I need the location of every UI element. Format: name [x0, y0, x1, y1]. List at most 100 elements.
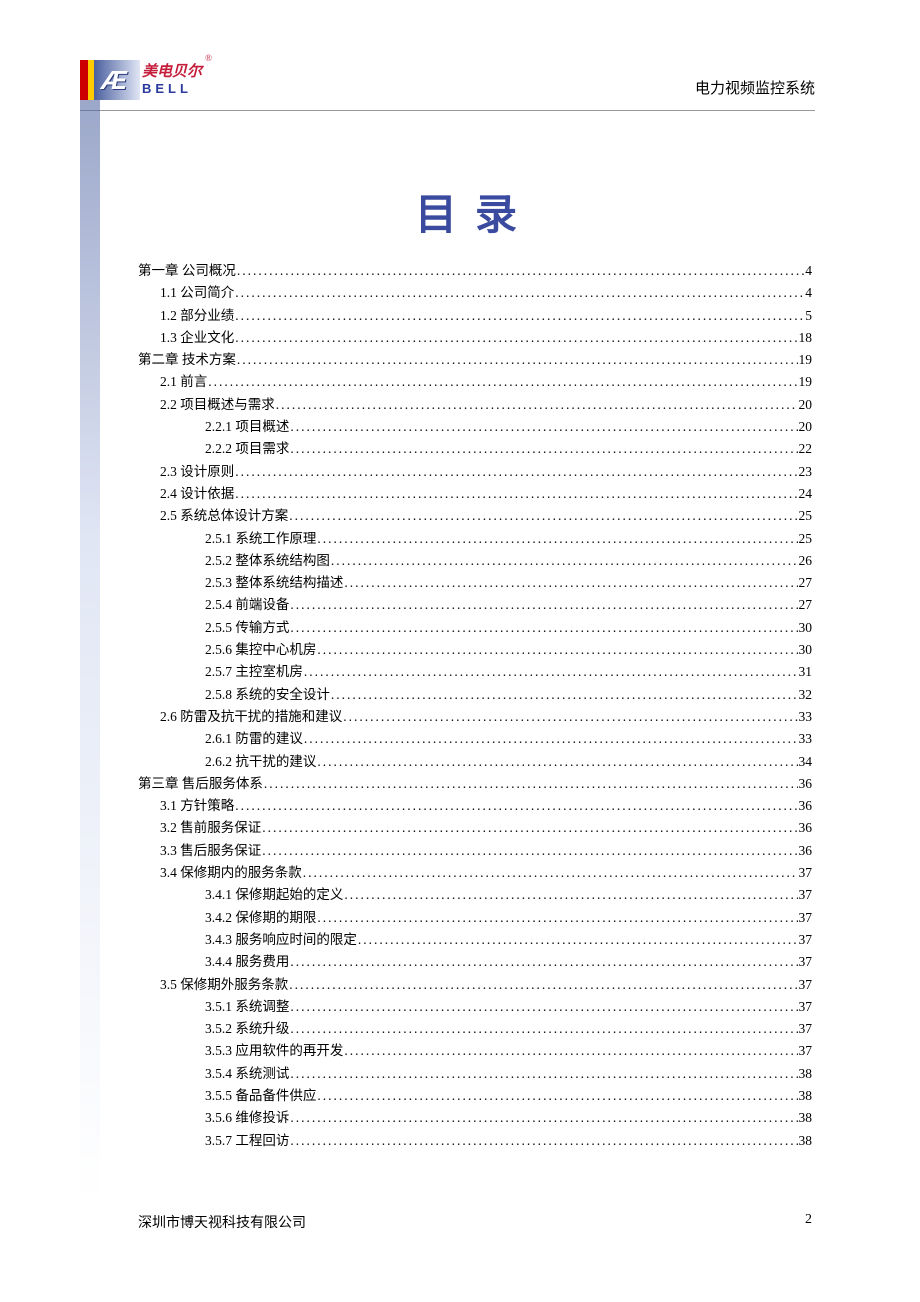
toc-label: 2.5.2 整体系统结构图 [205, 554, 330, 568]
toc-leader-dots: ........................................… [317, 755, 797, 769]
page-footer: 深圳市博天视科技有限公司 2 [138, 1212, 812, 1232]
toc-label: 3.5.2 系统升级 [205, 1022, 289, 1036]
toc-page: 19 [799, 353, 813, 367]
toc-page: 37 [799, 1022, 813, 1036]
toc-entry: 3.4.3 服务响应时间的限定.........................… [138, 933, 812, 947]
toc-leader-dots: ........................................… [290, 621, 797, 635]
toc-entry: 3.5.5 备品备件供应............................… [138, 1089, 812, 1103]
toc-page: 25 [799, 532, 813, 546]
trademark-icon: ® [205, 53, 212, 63]
logo-ae-text: Æ [101, 65, 127, 96]
logo-mark: Æ [80, 55, 140, 100]
toc-leader-dots: ........................................… [290, 955, 797, 969]
toc-label: 3.5.1 系统调整 [205, 1000, 289, 1014]
toc-entry: 2.2 项目概述与需求.............................… [138, 398, 812, 412]
toc-page: 37 [799, 978, 813, 992]
toc-leader-dots: ........................................… [237, 264, 804, 278]
toc-entry: 3.4.1 保修期起始的定义..........................… [138, 888, 812, 902]
toc-page: 37 [799, 1044, 813, 1058]
toc-page: 33 [799, 710, 813, 724]
toc-leader-dots: ........................................… [235, 465, 797, 479]
toc-leader-dots: ........................................… [208, 375, 797, 389]
toc-page: 4 [805, 264, 812, 278]
toc-label: 1.2 部分业绩 [160, 309, 234, 323]
toc-leader-dots: ........................................… [290, 1022, 797, 1036]
logo: Æ 美电贝尔 BELL ® [80, 55, 202, 100]
toc-leader-dots: ........................................… [289, 978, 797, 992]
toc-entry: 2.5.8 系统的安全设计...........................… [138, 688, 812, 702]
toc-label: 1.1 公司简介 [160, 286, 234, 300]
toc-entry: 2.5.4 前端设备..............................… [138, 598, 812, 612]
logo-red-stripe [80, 60, 88, 100]
logo-en: BELL [142, 81, 202, 96]
toc-entry: 3.5.4 系统测试..............................… [138, 1067, 812, 1081]
toc-entry: 3.5.6 维修投诉..............................… [138, 1111, 812, 1125]
toc-leader-dots: ........................................… [262, 844, 797, 858]
toc-label: 3.5.7 工程回访 [205, 1134, 289, 1148]
toc-page: 5 [805, 309, 812, 323]
toc-page: 4 [805, 286, 812, 300]
toc-label: 2.6.2 抗干扰的建议 [205, 755, 316, 769]
toc-label: 2.5.4 前端设备 [205, 598, 289, 612]
toc-entry: 2.5.5 传输方式..............................… [138, 621, 812, 635]
table-of-contents: 第一章 公司概况................................… [138, 264, 812, 1147]
toc-page: 38 [799, 1111, 813, 1125]
toc-leader-dots: ........................................… [235, 487, 797, 501]
toc-leader-dots: ........................................… [235, 286, 804, 300]
toc-leader-dots: ........................................… [289, 509, 797, 523]
footer-company: 深圳市博天视科技有限公司 [138, 1212, 306, 1232]
toc-page: 31 [799, 665, 813, 679]
toc-page: 20 [799, 398, 813, 412]
toc-leader-dots: ........................................… [304, 732, 798, 746]
toc-label: 2.2.2 项目需求 [205, 442, 289, 456]
toc-page: 38 [799, 1134, 813, 1148]
toc-leader-dots: ........................................… [358, 933, 798, 947]
toc-entry: 2.5.2 整体系统结构图...........................… [138, 554, 812, 568]
toc-entry: 2.5.7 主控室机房.............................… [138, 665, 812, 679]
toc-leader-dots: ........................................… [276, 398, 798, 412]
toc-label: 第三章 售后服务体系 [138, 777, 263, 791]
toc-entry: 3.5.3 应用软件的再开发..........................… [138, 1044, 812, 1058]
toc-leader-dots: ........................................… [290, 1134, 797, 1148]
toc-label: 2.5.3 整体系统结构描述 [205, 576, 343, 590]
footer-page-number: 2 [805, 1212, 812, 1232]
toc-leader-dots: ........................................… [235, 799, 797, 813]
toc-leader-dots: ........................................… [317, 532, 797, 546]
toc-page: 36 [799, 821, 813, 835]
toc-page: 27 [799, 576, 813, 590]
toc-entry: 2.5.1 系统工作原理............................… [138, 532, 812, 546]
toc-leader-dots: ........................................… [235, 331, 797, 345]
toc-page: 30 [799, 643, 813, 657]
toc-page: 19 [799, 375, 813, 389]
toc-label: 3.5.6 维修投诉 [205, 1111, 289, 1125]
toc-leader-dots: ........................................… [237, 353, 798, 367]
toc-leader-dots: ........................................… [317, 1089, 797, 1103]
toc-leader-dots: ........................................… [304, 665, 798, 679]
toc-entry: 3.2 售前服务保证..............................… [138, 821, 812, 835]
toc-label: 2.1 前言 [160, 375, 207, 389]
toc-entry: 3.5.1 系统调整..............................… [138, 1000, 812, 1014]
toc-entry: 第二章 技术方案................................… [138, 353, 812, 367]
toc-label: 2.6.1 防雷的建议 [205, 732, 303, 746]
toc-label: 3.5.3 应用软件的再开发 [205, 1044, 343, 1058]
toc-label: 2.3 设计原则 [160, 465, 234, 479]
toc-label: 3.2 售前服务保证 [160, 821, 261, 835]
toc-entry: 2.6.2 抗干扰的建议............................… [138, 755, 812, 769]
toc-page: 33 [799, 732, 813, 746]
toc-page: 23 [799, 465, 813, 479]
toc-label: 3.1 方针策略 [160, 799, 234, 813]
toc-entry: 2.5.3 整体系统结构描述..........................… [138, 576, 812, 590]
toc-leader-dots: ........................................… [343, 710, 797, 724]
toc-leader-dots: ........................................… [235, 309, 804, 323]
toc-entry: 2.1 前言..................................… [138, 375, 812, 389]
toc-entry: 2.6 防雷及抗干扰的措施和建议........................… [138, 710, 812, 724]
toc-label: 2.6 防雷及抗干扰的措施和建议 [160, 710, 342, 724]
toc-page: 38 [799, 1089, 813, 1103]
toc-label: 3.3 售后服务保证 [160, 844, 261, 858]
toc-page: 37 [799, 888, 813, 902]
toc-leader-dots: ........................................… [290, 442, 797, 456]
toc-label: 3.5 保修期外服务条款 [160, 978, 288, 992]
logo-text: 美电贝尔 BELL [142, 60, 202, 96]
toc-entry: 3.4.4 服务费用..............................… [138, 955, 812, 969]
toc-label: 第二章 技术方案 [138, 353, 236, 367]
